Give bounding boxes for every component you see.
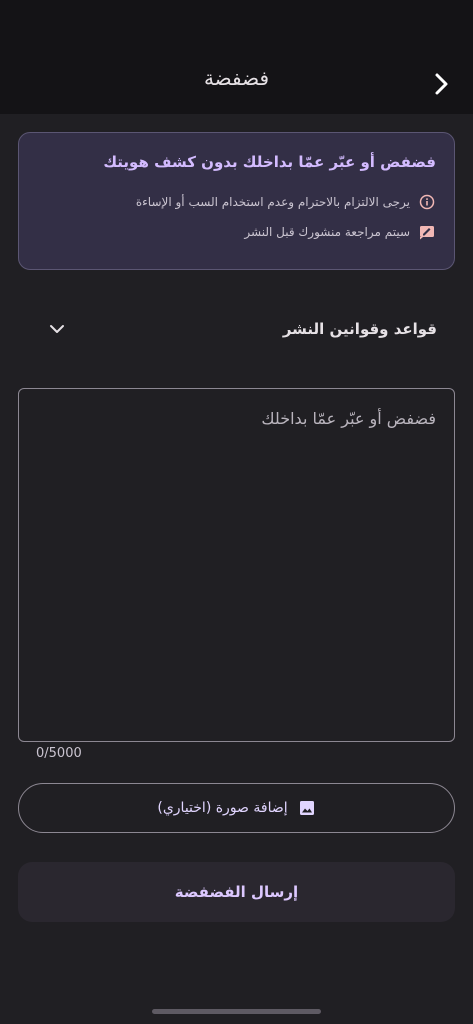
info-row-review: سيتم مراجعة منشورك قبل النشر — [244, 223, 436, 241]
add-image-label: إضافة صورة (اختياري) — [157, 800, 288, 816]
rules-expander[interactable]: قواعد وقوانين النشر — [18, 306, 455, 354]
info-card: فضفض أو عبّر عمّا بداخلك بدون كشف هويتك … — [18, 132, 455, 270]
rules-label: قواعد وقوانين النشر — [282, 320, 437, 338]
home-indicator[interactable] — [152, 1009, 321, 1014]
info-icon — [418, 193, 436, 211]
add-image-button[interactable]: إضافة صورة (اختياري) — [18, 783, 455, 833]
post-textarea[interactable]: فضفض أو عبّر عمّا بداخلك — [18, 388, 455, 742]
chevron-down-icon — [46, 318, 68, 340]
send-button[interactable]: إرسال الفضفضة — [18, 862, 455, 922]
send-button-label: إرسال الفضفضة — [174, 883, 299, 901]
character-counter: 0/5000 — [36, 746, 82, 761]
info-row-respect: يرجى الالتزام بالاحترام وعدم استخدام الس… — [136, 193, 436, 211]
info-row-text: يرجى الالتزام بالاحترام وعدم استخدام الس… — [135, 195, 410, 209]
page-title: فضفضة — [203, 66, 270, 90]
back-button[interactable] — [427, 70, 455, 98]
image-icon — [298, 799, 316, 817]
info-row-text: سيتم مراجعة منشورك قبل النشر — [244, 225, 410, 239]
app-bar: فضفضة — [0, 0, 473, 114]
info-card-title: فضفض أو عبّر عمّا بداخلك بدون كشف هويتك — [103, 153, 436, 171]
textarea-placeholder: فضفض أو عبّر عمّا بداخلك — [261, 409, 436, 428]
chevron-right-icon — [435, 73, 448, 95]
review-icon — [418, 223, 436, 241]
